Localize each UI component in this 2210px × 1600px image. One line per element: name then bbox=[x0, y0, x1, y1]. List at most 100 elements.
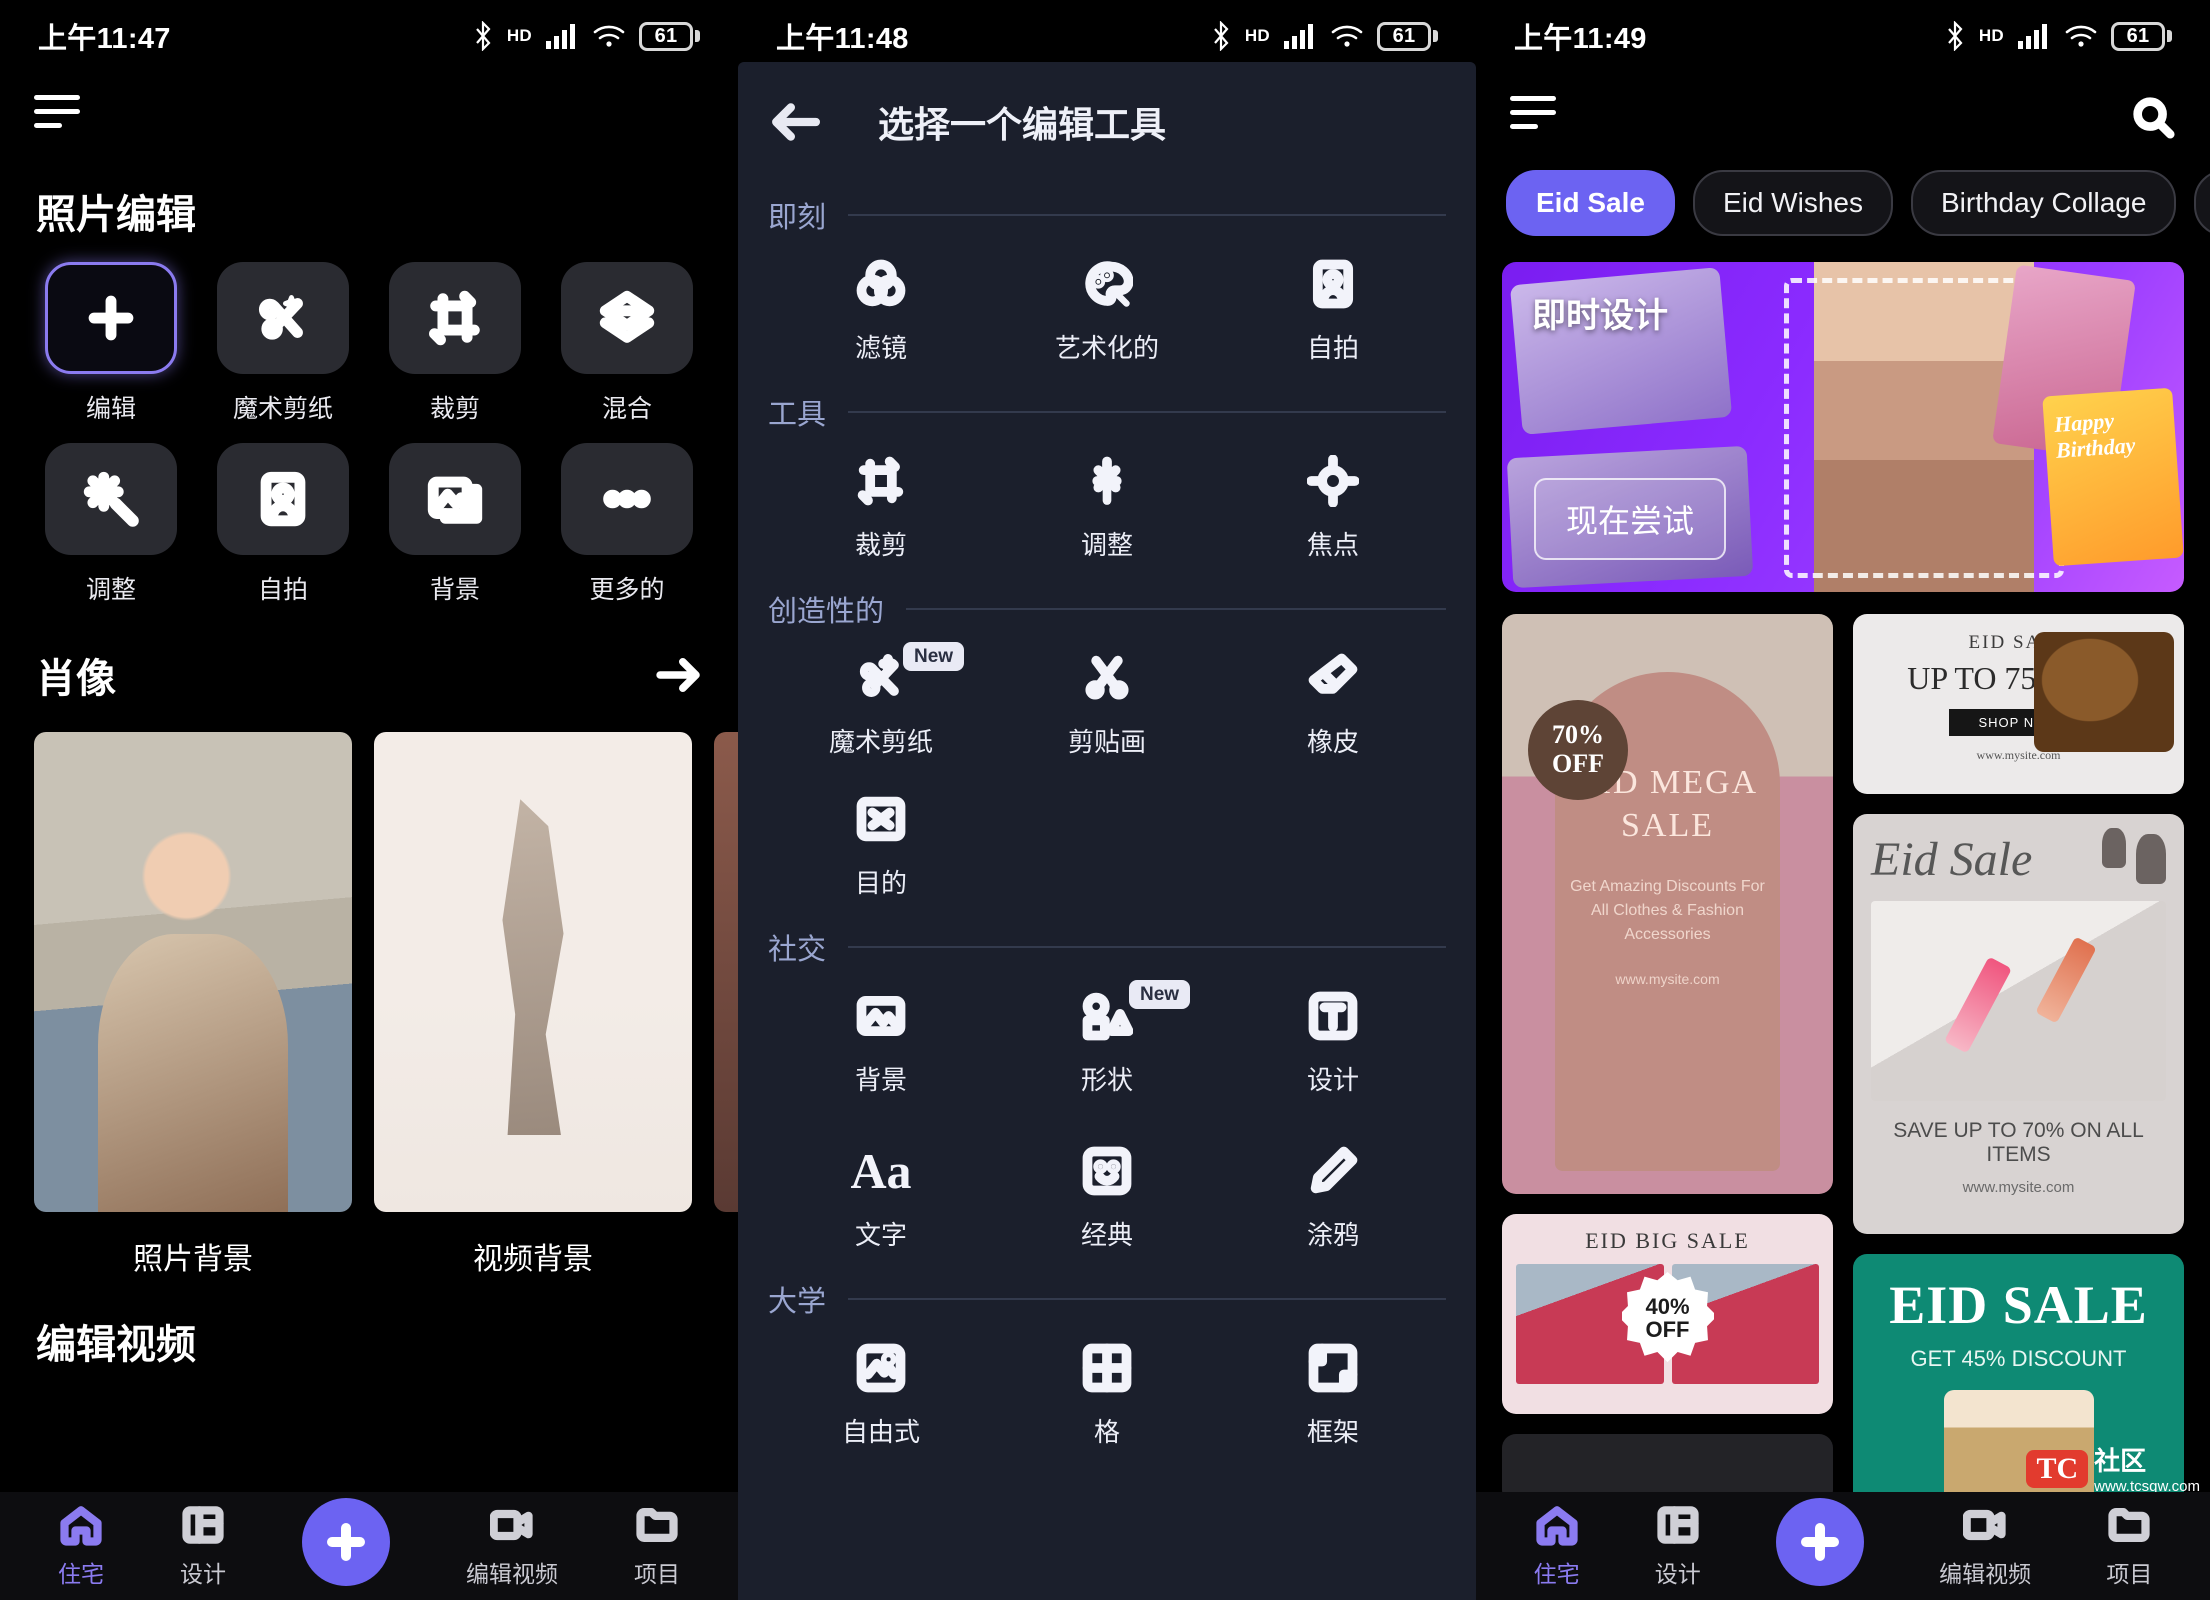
portrait-item-video-background[interactable]: 视频背景 bbox=[374, 732, 692, 1278]
tile-more[interactable]: 更多的 bbox=[550, 443, 704, 606]
section-creative-grid: New 魔术剪纸 剪贴画 橡皮 目的 bbox=[738, 630, 1476, 900]
tool-magic-cutout[interactable]: New 魔术剪纸 bbox=[768, 642, 994, 759]
eid-sale-cosmetics-card[interactable]: Eid Sale SAVE UP TO 70% ON ALL ITEMS www… bbox=[1853, 814, 2184, 1234]
tool-filter[interactable]: 滤镜 bbox=[768, 258, 994, 365]
scissors-icon bbox=[1085, 655, 1129, 700]
tool-shapes[interactable]: New 形状 bbox=[994, 980, 1220, 1097]
tool-label: 形状 bbox=[1080, 1065, 1133, 1095]
tile-blend[interactable]: 混合 bbox=[550, 262, 704, 425]
thumb-caption: 视频背景 bbox=[473, 1243, 593, 1276]
tile-label: 编辑 bbox=[85, 395, 136, 423]
tile-selfie[interactable]: 自拍 bbox=[206, 443, 360, 606]
eid-big-sale-title: EID BIG SALE bbox=[1585, 1228, 1750, 1253]
tool-label: 文字 bbox=[854, 1220, 907, 1250]
watermark: TC 社区 www.tcsqw.com bbox=[2026, 1441, 2200, 1496]
screen-home: 上午11:47 HD 61 照片编辑 编辑 魔术剪纸 裁剪 混合 调整 自拍 背… bbox=[0, 0, 738, 1600]
crop-icon bbox=[429, 290, 480, 346]
battery-level: 61 bbox=[639, 21, 693, 51]
nav-video-edit[interactable]: 编辑视频 bbox=[1939, 1503, 2031, 1589]
nav-home[interactable]: 住宅 bbox=[58, 1503, 104, 1589]
watermark-text: 社区 bbox=[2094, 1446, 2147, 1476]
banner-title: 即时设计 bbox=[1532, 297, 1668, 335]
tab-birthday-collage[interactable]: Birthday Collage bbox=[1910, 170, 2177, 236]
eid-mega-sale-card[interactable]: EID MEGA SALE Get Amazing Discounts For … bbox=[1502, 614, 1833, 1194]
nav-video-edit[interactable]: 编辑视频 bbox=[466, 1503, 558, 1589]
hamburger-menu-icon[interactable] bbox=[1510, 96, 1556, 138]
tool-label: 裁剪 bbox=[854, 530, 907, 560]
nav-create-fab[interactable] bbox=[1775, 1498, 1864, 1586]
eid-sale-75-card[interactable]: EID SALE UP TO 75% OFF SHOP NOW www.mysi… bbox=[1853, 614, 2184, 794]
tool-design[interactable]: 设计 bbox=[1220, 990, 1446, 1097]
nav-label: 项目 bbox=[634, 1561, 680, 1587]
eid-cosmetics-url: www.mysite.com bbox=[1962, 1179, 2075, 1196]
tool-text[interactable]: Aa 文字 bbox=[768, 1145, 994, 1252]
nav-label: 住宅 bbox=[58, 1561, 104, 1587]
hd-icon: HD bbox=[1244, 26, 1270, 45]
bluetooth-icon bbox=[476, 21, 491, 51]
top-bar bbox=[1476, 72, 2210, 162]
tool-focus[interactable]: 焦点 bbox=[1220, 455, 1446, 562]
bottom-nav: 住宅 设计 编辑视频 项目 bbox=[1476, 1492, 2210, 1600]
nav-home[interactable]: 住宅 bbox=[1534, 1503, 1580, 1589]
tile-magic-cutout[interactable]: 魔术剪纸 bbox=[206, 262, 360, 425]
tool-crop[interactable]: 裁剪 bbox=[768, 455, 994, 562]
tool-label: 目的 bbox=[854, 868, 907, 898]
screen-templates: 上午11:49 HD 61 Eid Sale Eid Wishes Birthd… bbox=[1476, 0, 2210, 1600]
nav-create-fab[interactable] bbox=[302, 1498, 390, 1586]
nav-design[interactable]: 设计 bbox=[180, 1503, 226, 1589]
category-tabs: Eid Sale Eid Wishes Birthday Collage Pro bbox=[1476, 162, 2210, 236]
tile-background[interactable]: 背景 bbox=[378, 443, 532, 606]
banner-try-now-button[interactable]: 现在尝试 bbox=[1534, 478, 1727, 560]
tool-artistic[interactable]: 艺术化的 bbox=[994, 258, 1220, 365]
tile-label: 裁剪 bbox=[429, 395, 480, 423]
promo-banner[interactable]: Happy Birthday 即时设计 现在尝试 bbox=[1502, 262, 2184, 592]
tool-label: 滤镜 bbox=[854, 333, 907, 363]
tile-edit-box[interactable] bbox=[45, 262, 177, 374]
arrow-right-icon[interactable] bbox=[656, 658, 702, 692]
magic-wand-icon bbox=[1092, 456, 1122, 505]
grid-icon bbox=[1082, 1343, 1132, 1393]
wifi-icon bbox=[1331, 25, 1363, 47]
hamburger-menu-icon[interactable] bbox=[34, 95, 80, 137]
status-bar: 上午11:49 HD 61 bbox=[1476, 0, 2210, 72]
section-college-grid: 自由式 格 框架 bbox=[738, 1320, 1476, 1449]
more-dots-icon bbox=[603, 489, 651, 509]
bluetooth-icon bbox=[1214, 21, 1229, 51]
battery-level: 61 bbox=[1377, 21, 1431, 51]
tool-background[interactable]: 背景 bbox=[768, 990, 994, 1097]
tab-pro[interactable]: Pro bbox=[2194, 170, 2210, 236]
tool-frame[interactable]: 框架 bbox=[1220, 1342, 1446, 1449]
back-arrow-icon[interactable] bbox=[770, 103, 820, 141]
tab-eid-wishes[interactable]: Eid Wishes bbox=[1692, 170, 1893, 236]
magic-cutout-scissors-icon bbox=[258, 295, 303, 340]
tool-freestyle[interactable]: 自由式 bbox=[768, 1342, 994, 1449]
nav-design[interactable]: 设计 bbox=[1655, 1503, 1701, 1589]
tool-purpose[interactable]: 目的 bbox=[768, 793, 994, 900]
tool-classic[interactable]: 经典 bbox=[994, 1145, 1220, 1252]
cutout-frame-icon bbox=[856, 796, 906, 842]
tool-eraser[interactable]: 橡皮 bbox=[1220, 652, 1446, 759]
tile-adjust[interactable]: 调整 bbox=[34, 443, 188, 606]
hd-icon: HD bbox=[1978, 26, 2004, 45]
tile-edit[interactable]: 编辑 bbox=[34, 262, 188, 425]
video-edit-icon bbox=[1963, 1509, 2006, 1541]
tile-crop[interactable]: 裁剪 bbox=[378, 262, 532, 425]
bluetooth-icon bbox=[1948, 21, 1963, 51]
portrait-item-partial[interactable] bbox=[714, 732, 738, 1278]
tool-grid[interactable]: 格 bbox=[994, 1342, 1220, 1449]
eid-big-sale-card[interactable]: EID BIG SALE 40% OFF bbox=[1502, 1214, 1833, 1414]
tool-selfie[interactable]: 自拍 bbox=[1220, 258, 1446, 365]
tool-doodle[interactable]: 涂鸦 bbox=[1220, 1145, 1446, 1252]
tool-adjust[interactable]: 调整 bbox=[994, 455, 1220, 562]
lipstick-shape bbox=[1944, 956, 2013, 1054]
tab-eid-sale[interactable]: Eid Sale bbox=[1506, 170, 1675, 236]
search-icon[interactable] bbox=[2130, 94, 2176, 140]
battery-level: 61 bbox=[2111, 21, 2165, 51]
nav-projects[interactable]: 项目 bbox=[634, 1503, 680, 1589]
nav-projects[interactable]: 项目 bbox=[2106, 1503, 2152, 1589]
tool-label: 格 bbox=[1093, 1417, 1120, 1447]
tool-clipart[interactable]: 剪贴画 bbox=[994, 652, 1220, 759]
section-name: 即刻 bbox=[768, 202, 827, 234]
tile-label: 背景 bbox=[429, 576, 480, 604]
portrait-item-photo-background[interactable]: 照片背景 bbox=[34, 732, 352, 1278]
